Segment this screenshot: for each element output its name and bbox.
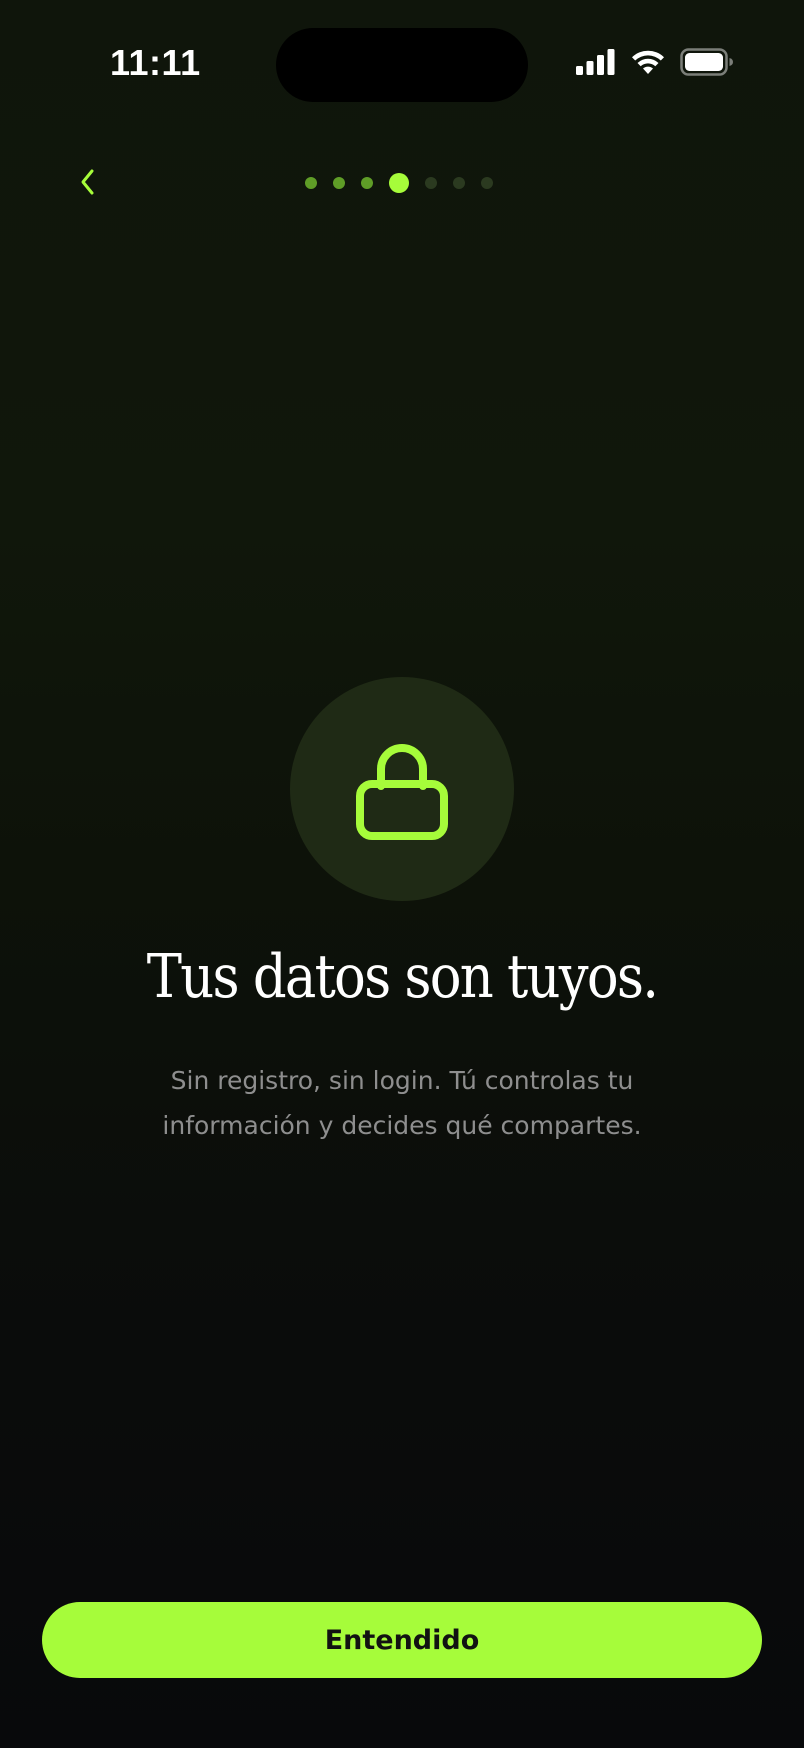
understood-button-label: Entendido (324, 1624, 480, 1656)
battery-icon (680, 48, 733, 76)
subtitle-line: información y decides qué compartes. (162, 1111, 642, 1140)
wifi-icon (632, 50, 664, 74)
progress-dot (333, 177, 345, 189)
chevron-left-icon (81, 169, 94, 195)
progress-dot-active (389, 173, 409, 193)
page-title: Tus datos son tuyos. (146, 942, 659, 1012)
back-button[interactable] (68, 160, 108, 204)
cellular-signal-icon (576, 49, 615, 75)
lock-icon-circle (290, 677, 514, 901)
progress-dot (481, 177, 493, 189)
page-subtitle: Sin registro, sin login. Tú controlas tu… (90, 1058, 714, 1148)
status-icons (576, 48, 734, 76)
subtitle-line: Sin registro, sin login. Tú controlas tu (170, 1066, 634, 1095)
understood-button[interactable]: Entendido (42, 1602, 762, 1678)
status-time: 11:11 (110, 42, 201, 83)
onboarding-screen: 11:11 Tus datos son tuyos. Sin registro,… (0, 0, 804, 1748)
progress-dot (361, 177, 373, 189)
onboarding-progress-indicator (305, 172, 505, 194)
progress-dot (425, 177, 437, 189)
progress-dot (453, 177, 465, 189)
lock-icon (356, 744, 448, 840)
dynamic-island (276, 28, 528, 102)
progress-dot (305, 177, 317, 189)
